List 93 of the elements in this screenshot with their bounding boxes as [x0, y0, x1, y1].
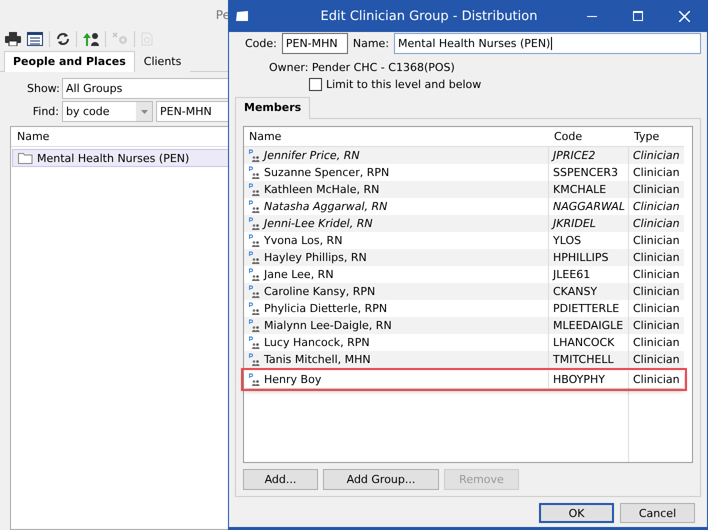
person-p-icon — [248, 268, 261, 281]
member-name: Phylicia Dietterle, RPN — [264, 302, 388, 315]
window-icon — [235, 10, 249, 22]
owner-text: Owner: Pender CHC - C1368(POS) — [269, 61, 456, 74]
member-name: Yvona Los, RN — [264, 234, 342, 247]
member-action-button[interactable]: Add... — [243, 469, 318, 490]
member-code: SSPENCER3 — [553, 166, 618, 179]
member-name: Caroline Kansy, RPN — [264, 285, 376, 298]
member-row[interactable]: Hayley Phillips, RN HPHILLIPS Clinician — [244, 249, 684, 266]
member-action-button[interactable]: Add Group... — [323, 469, 439, 490]
calendar-icon[interactable] — [27, 32, 43, 46]
person-p-icon — [248, 183, 261, 196]
dialog-button[interactable]: OK — [539, 503, 614, 523]
member-name: Kathleen McHale, RN — [264, 183, 380, 196]
limit-checkbox[interactable]: Limit to this level and below — [309, 78, 701, 91]
person-p-icon — [248, 149, 261, 162]
member-code: PDIETTERLE — [553, 302, 620, 315]
member-name: Tanis Mitchell, MHN — [264, 353, 371, 366]
member-code: CKANSY — [553, 285, 598, 298]
member-code: KMCHALE — [553, 183, 606, 196]
member-type: Clinician — [633, 302, 680, 315]
caret-icon — [140, 110, 148, 114]
member-name: Jennifer Price, RN — [264, 149, 360, 162]
member-row[interactable]: Kathleen McHale, RN KMCHALE Clinician — [244, 181, 684, 198]
person-p-icon — [248, 285, 261, 298]
person-p-icon — [248, 336, 261, 349]
folder-icon — [18, 152, 33, 164]
member-type: Clinician — [633, 166, 680, 179]
person-p-icon — [248, 353, 261, 366]
member-type: Clinician — [633, 183, 680, 196]
member-type: Clinician — [633, 285, 680, 298]
member-type: Clinician — [633, 336, 680, 349]
member-code: MLEEDAIGLE — [553, 319, 624, 332]
field-label: Code: — [245, 37, 277, 50]
person-p-icon — [248, 302, 261, 315]
field-label: Show: — [27, 82, 59, 95]
member-type: Clinician — [633, 353, 680, 366]
printer-icon[interactable] — [5, 32, 21, 46]
name-field[interactable]: Mental Health Nurses (PEN) — [394, 33, 701, 54]
tab[interactable]: Members — [235, 97, 310, 119]
member-code: HBOYPHY — [553, 373, 606, 386]
member-name: Natasha Aggarwal, RN — [264, 200, 388, 213]
member-type: Clinician — [633, 149, 680, 162]
member-code: HPHILLIPS — [553, 251, 609, 264]
member-type: Clinician — [633, 251, 680, 264]
member-type: Clinician — [633, 319, 680, 332]
person-p-icon — [248, 319, 261, 332]
person-p-icon — [248, 251, 261, 264]
member-name: Jane Lee, RN — [264, 268, 334, 281]
member-code: JKRIDEL — [553, 217, 596, 230]
column-header: Name — [17, 130, 50, 143]
member-name: Hayley Phillips, RN — [264, 251, 367, 264]
member-type: Clinician — [633, 200, 680, 213]
code-field[interactable]: PEN-MHN — [282, 33, 348, 54]
close-icon — [678, 10, 690, 22]
field-label: Find: — [32, 105, 59, 118]
column-header[interactable]: Type — [629, 127, 684, 146]
column-header[interactable]: Code — [549, 127, 629, 146]
person-arrow-icon[interactable] — [83, 32, 99, 46]
member-row[interactable]: Mialynn Lee-Daigle, RN MLEEDAIGLE Clinician — [244, 317, 684, 334]
member-type: Clinician — [633, 217, 680, 230]
refresh-icon[interactable] — [56, 32, 70, 46]
member-row[interactable]: Tanis Mitchell, MHN TMITCHELL Clinician — [244, 351, 684, 368]
member-row[interactable]: Henry Boy HBOYPHY Clinician — [244, 371, 684, 388]
column-header[interactable]: Name — [244, 127, 549, 146]
member-code: JPRICE2 — [553, 149, 596, 162]
person-p-icon — [248, 217, 261, 230]
member-type: Clinician — [633, 373, 680, 386]
member-name: Henry Boy — [264, 373, 322, 386]
member-row[interactable]: Caroline Kansy, RPN CKANSY Clinician — [244, 283, 684, 300]
field-label: Name: — [352, 37, 390, 50]
window-title: Edit Clinician Group - Distribution — [320, 8, 538, 24]
member-type: Clinician — [633, 234, 680, 247]
member-code: NAGGARWAL — [553, 200, 625, 213]
person-p-icon — [248, 373, 261, 386]
person-p-icon — [248, 166, 261, 179]
member-code: YLOS — [553, 234, 582, 247]
tab[interactable]: People and Places — [4, 51, 135, 72]
member-row[interactable]: Jenni-Lee Kridel, RN JKRIDEL Clinician — [244, 215, 684, 232]
person-p-icon — [248, 200, 261, 213]
member-name: Mialynn Lee-Daigle, RN — [264, 319, 392, 332]
member-row[interactable]: Jennifer Price, RN JPRICE2 Clinician — [244, 147, 684, 164]
member-name: Suzanne Spencer, RPN — [264, 166, 390, 179]
member-code: TMITCHELL — [553, 353, 614, 366]
member-code: LHANCOCK — [553, 336, 614, 349]
member-name: Lucy Hancock, RPN — [264, 336, 370, 349]
maximize-icon — [633, 11, 643, 21]
member-name: Jenni-Lee Kridel, RN — [264, 217, 373, 230]
dialog-button[interactable]: Cancel — [620, 503, 695, 523]
member-code: JLEE61 — [553, 268, 590, 281]
person-p-icon — [248, 234, 261, 247]
member-type: Clinician — [633, 268, 680, 281]
find-mode-dropdown[interactable]: by code — [62, 101, 153, 122]
